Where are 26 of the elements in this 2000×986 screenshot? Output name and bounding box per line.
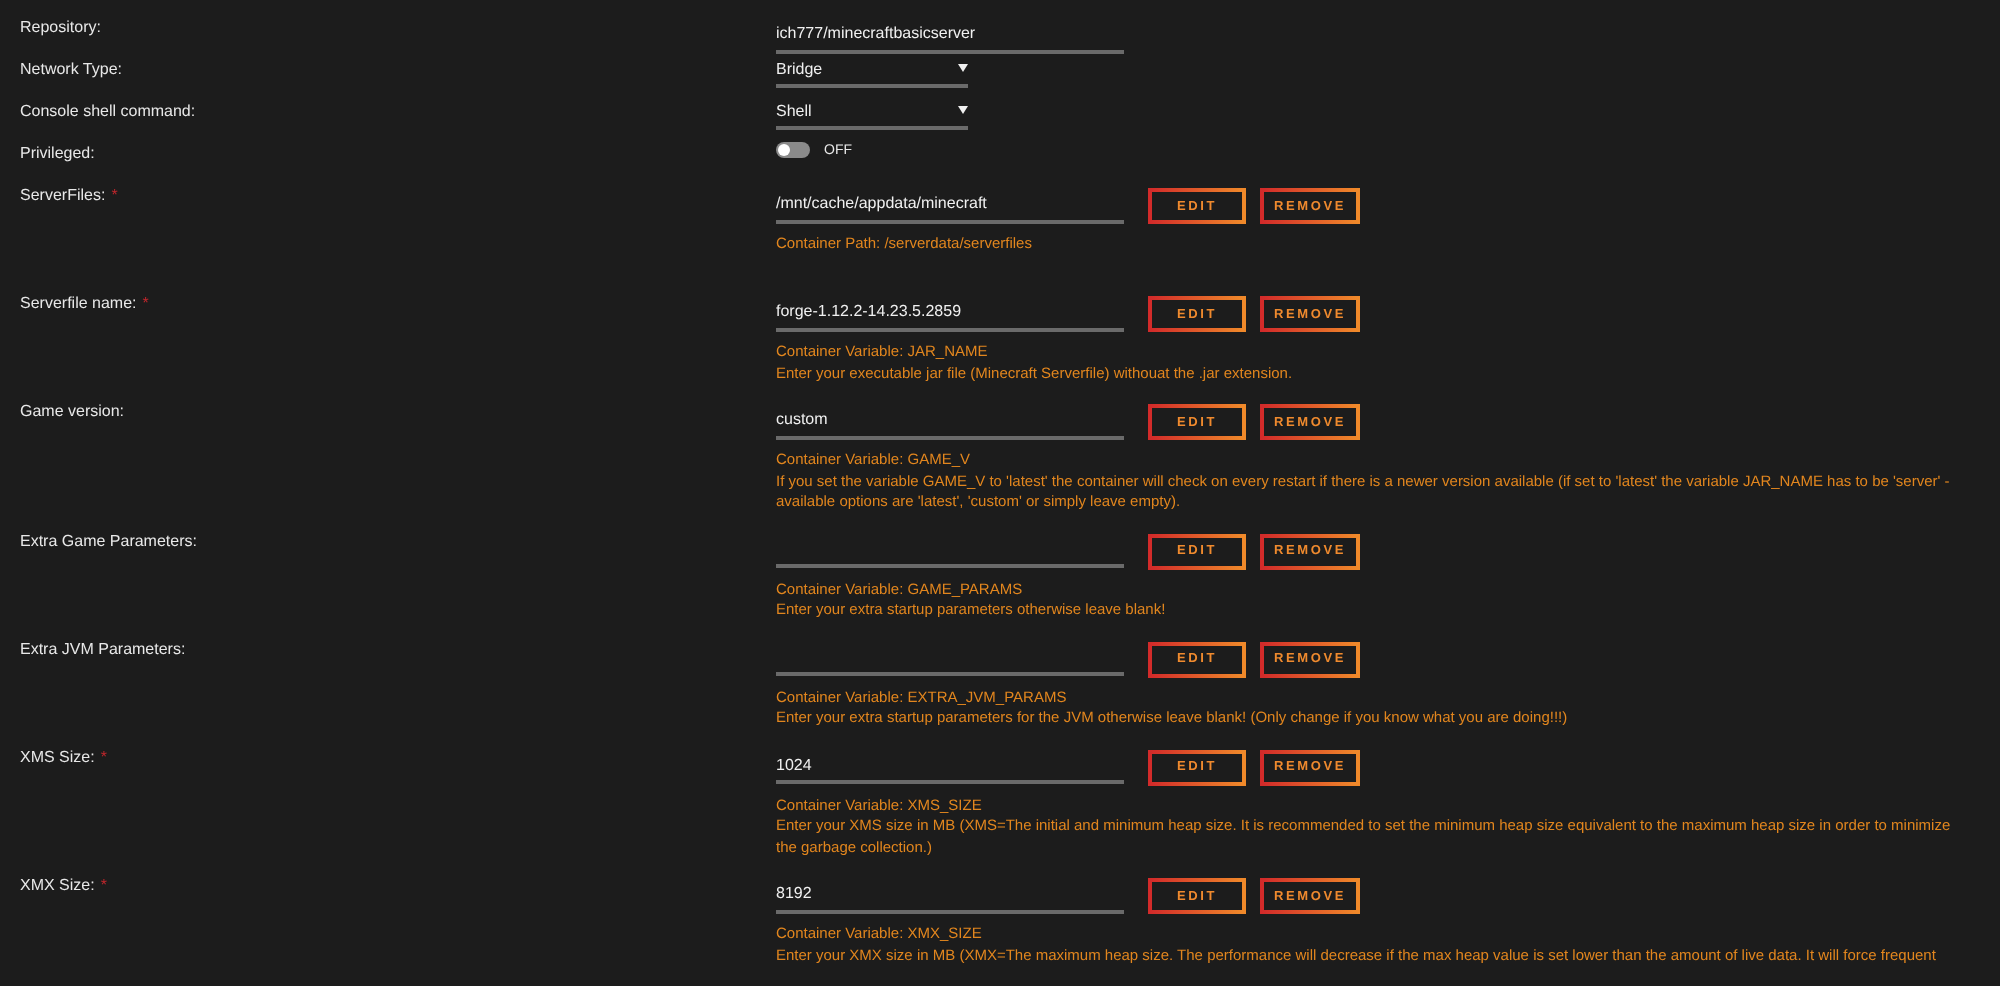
required-mark: *: [111, 186, 118, 204]
caret-icon: [958, 64, 968, 72]
field-label: Repository:: [20, 18, 101, 36]
field-label: Privileged:: [20, 144, 95, 162]
required-mark: *: [100, 876, 107, 894]
field-label: Serverfile name:: [20, 294, 137, 312]
dropdown[interactable]: Bridge: [776, 54, 968, 88]
field-label: Extra JVM Parameters:: [20, 639, 186, 657]
caret-icon: [958, 106, 968, 114]
text-field[interactable]: 1024: [776, 750, 1124, 784]
required-mark: *: [100, 747, 107, 765]
field-label: Game version:: [20, 402, 125, 420]
field-label: Console shell command:: [20, 102, 196, 120]
text-field[interactable]: 8192: [776, 879, 1124, 913]
text-field[interactable]: custom: [776, 405, 1124, 439]
text-field[interactable]: ich777/minecraftbasicserver: [776, 19, 1124, 53]
field-label: XMX Size:: [20, 876, 95, 894]
field-label: XMS Size:: [20, 747, 95, 765]
text-field[interactable]: /mnt/cache/appdata/minecraft: [776, 189, 1124, 223]
field-label: Extra Game Parameters:: [20, 531, 197, 549]
dropdown[interactable]: Shell: [776, 96, 968, 130]
toggle-switch[interactable]: [776, 142, 810, 158]
field-label: Network Type:: [20, 60, 122, 78]
field-label: ServerFiles:: [20, 186, 106, 204]
required-mark: *: [142, 294, 149, 312]
text-field[interactable]: forge-1.12.2-14.23.5.2859: [776, 297, 1124, 331]
